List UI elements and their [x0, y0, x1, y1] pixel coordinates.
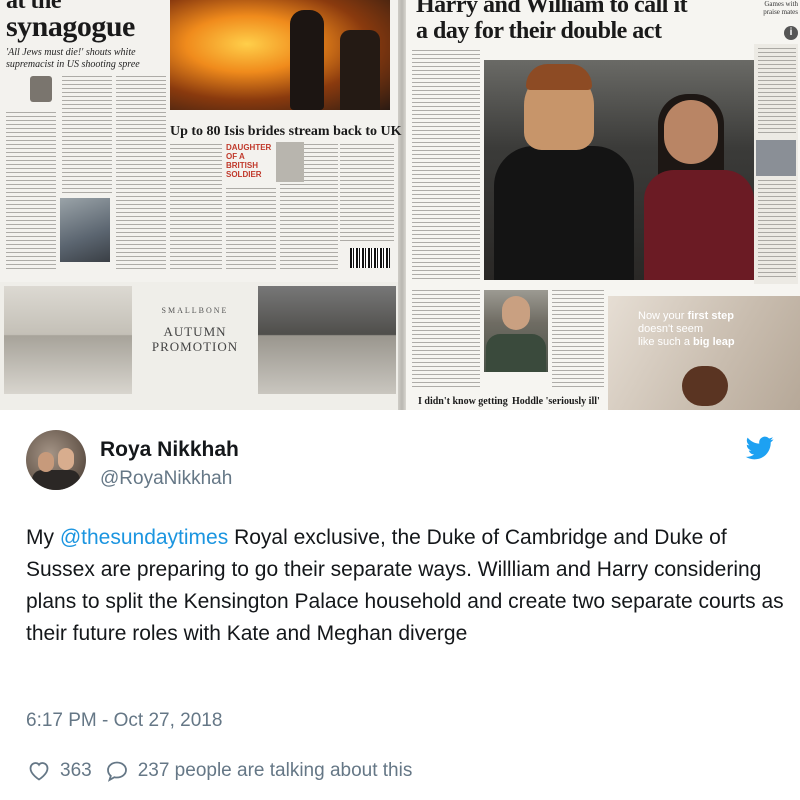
person-hair [682, 366, 728, 406]
text-column [6, 112, 56, 272]
text-column [552, 290, 604, 390]
tweet-text-part: My [26, 526, 60, 549]
ad-text: Now your first step doesn't seem like su… [638, 310, 735, 349]
text-column [758, 180, 796, 280]
kitchen-photo [4, 286, 132, 394]
bottom-headline: I didn't know getting [418, 396, 508, 407]
text-column [116, 76, 166, 272]
left-headline: synagogue [6, 10, 135, 43]
portrait-photo [484, 290, 548, 372]
news-photo [60, 198, 110, 262]
avatar-detail [32, 470, 80, 490]
avatar-detail [58, 448, 74, 470]
bottom-headline: Hoddle 'seriously ill' [512, 396, 600, 407]
person-face [502, 296, 530, 330]
ad-text-bold: first step [687, 310, 734, 322]
person-face [664, 100, 718, 164]
byline-photo [30, 76, 52, 102]
middle-headline: Up to 80 Isis brides stream back to UK [170, 124, 402, 139]
right-headline-line2: a day for their double act [416, 18, 662, 44]
text-column [226, 188, 276, 272]
text-column [758, 48, 796, 136]
figure-silhouette [290, 10, 324, 110]
daughter-label: DAUGHTER OF A BRITISH SOLDIER [226, 143, 272, 179]
kitchen-photo [258, 286, 396, 394]
avatar[interactable] [26, 430, 86, 490]
step-advert: Now your first step doesn't seem like su… [608, 296, 800, 410]
speech-bubble-icon[interactable] [104, 759, 130, 783]
tweet-text: My @thesundaytimes Royal exclusive, the … [26, 522, 786, 650]
user-handle[interactable]: @RoyaNikkhah [100, 468, 232, 490]
person-body [494, 146, 634, 280]
barcode [350, 248, 390, 268]
ad-text-part: Now your [638, 310, 688, 322]
display-name[interactable]: Roya Nikkhah [100, 438, 239, 462]
right-headline-line1: Harry and William to call it [416, 0, 688, 18]
tweet-card[interactable]: Roya Nikkhah @RoyaNikkhah My @thesundayt… [0, 410, 800, 800]
page-gutter [398, 0, 406, 410]
ad-text-part: doesn't seem [638, 323, 704, 335]
newspaper-photo[interactable]: at the synagogue 'All Jews must die!' sh… [0, 0, 800, 410]
person-body [644, 170, 754, 280]
text-column [340, 144, 394, 244]
text-column [412, 50, 480, 280]
timestamp[interactable]: 6:17 PM - Oct 27, 2018 [26, 710, 222, 732]
mention-link[interactable]: @thesundaytimes [60, 526, 228, 549]
heart-icon[interactable] [26, 759, 52, 783]
ad-text-part: like such a [638, 336, 694, 348]
twitter-bird-icon[interactable] [744, 434, 776, 462]
tweet-actions: 363 237 people are talking about this [26, 756, 412, 786]
info-icon: i [784, 26, 798, 40]
ad-text-bold: big leap [693, 336, 735, 348]
left-subhead: 'All Jews must die!' shouts white suprem… [6, 47, 140, 70]
like-count[interactable]: 363 [60, 760, 92, 782]
text-column [62, 76, 112, 194]
avatar-detail [38, 452, 54, 472]
fire-photo [170, 0, 390, 110]
ad-title: AUTUMN PROMOTION [151, 324, 239, 354]
person-body [486, 334, 546, 372]
conversation-link[interactable]: 237 people are talking about this [138, 760, 413, 782]
text-column [412, 290, 480, 390]
portrait-photo [276, 142, 304, 182]
figure-silhouette [340, 30, 380, 110]
side-photo [756, 140, 796, 176]
royal-photo [484, 60, 754, 280]
text-column [170, 144, 222, 272]
ad-brand: SMALLBONE [161, 306, 229, 315]
person-hair [526, 64, 592, 90]
